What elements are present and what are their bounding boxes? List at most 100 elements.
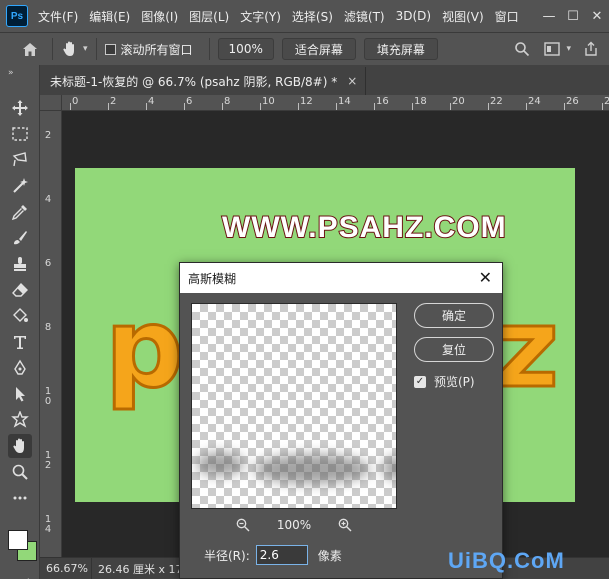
workspace-icon[interactable] [540, 37, 564, 61]
photoshop-logo-icon[interactable]: Ps [6, 5, 28, 27]
foreground-color-swatch[interactable] [8, 530, 28, 550]
magic-wand-tool-icon[interactable] [8, 174, 32, 198]
zoom-tool-icon[interactable] [8, 460, 32, 484]
ruler-tick [184, 103, 185, 110]
menu-window[interactable]: 窗口 [495, 8, 519, 25]
ruler-tick-label: 24 [528, 96, 541, 107]
lasso-tool-icon[interactable] [8, 148, 32, 172]
ruler-tick-label: 20 [452, 96, 465, 107]
close-icon[interactable]: ✕ [479, 270, 492, 286]
menu-edit[interactable]: 编辑(E) [89, 8, 130, 25]
ruler-tick-label: 0 [72, 96, 79, 107]
unit-label: 像素 [317, 548, 342, 563]
stamp-tool-icon[interactable] [8, 252, 32, 276]
ruler-tick-label: 28 [604, 96, 609, 107]
ruler-tick-label: 2 [110, 96, 117, 107]
radius-row: 半径(R): 2.6 像素 [204, 545, 342, 565]
ruler-tick-label: 12 [300, 96, 313, 107]
preview-checkbox[interactable]: ✓ 预览(P) [414, 373, 475, 390]
hand-tool-preset-icon[interactable]: ▾ [61, 40, 88, 58]
menu-view[interactable]: 视图(V) [442, 8, 484, 25]
ruler-tick-label: 14 [338, 96, 351, 107]
menu-filter[interactable]: 滤镜(T) [344, 8, 385, 25]
zoom-100-button[interactable]: 100% [217, 38, 274, 60]
ruler-tick-label: 10 [44, 386, 52, 407]
home-icon[interactable] [16, 35, 44, 63]
blurred-shadow [254, 454, 370, 484]
scroll-all-windows-label: 滚动所有窗口 [120, 42, 193, 57]
ruler-tick [488, 103, 489, 110]
options-bar: ▾ 滚动所有窗口 100% 适合屏幕 填充屏幕 ▾ [0, 32, 609, 65]
eraser-tool-icon[interactable] [8, 278, 32, 302]
gaussian-blur-dialog: 高斯模糊 ✕ 确定 复位 ✓ 预览(P) 100% 半径(R): 2.6 像素 [179, 262, 503, 579]
preview-zoom-value: 100% [276, 518, 312, 532]
move-tool-icon[interactable] [8, 96, 32, 120]
ruler-tick [336, 103, 337, 110]
ruler-tick [526, 103, 527, 110]
custom-shape-tool-icon[interactable] [8, 408, 32, 432]
search-icon[interactable] [510, 37, 534, 61]
ruler-tick [298, 103, 299, 110]
ruler-tick-label: 14 [44, 514, 52, 535]
pen-tool-icon[interactable] [8, 356, 32, 380]
hand-tool-icon[interactable] [8, 434, 32, 458]
brush-tool-icon[interactable] [8, 226, 32, 250]
radius-label: 半径(R): [204, 548, 250, 563]
chevron-down-icon[interactable]: ▾ [83, 44, 88, 54]
zoom-in-icon[interactable] [337, 517, 353, 533]
ruler-tick-label: 16 [376, 96, 389, 107]
ruler-tick-label: 6 [44, 258, 52, 269]
document-tab[interactable]: 未标题-1-恢复的 @ 66.7% (psahz 阴影, RGB/8#) * × [40, 67, 367, 95]
menu-select[interactable]: 选择(S) [292, 8, 333, 25]
document-tab-title: 未标题-1-恢复的 @ 66.7% (psahz 阴影, RGB/8#) * [50, 74, 338, 89]
menu-3d[interactable]: 3D(D) [396, 9, 431, 23]
menu-file[interactable]: 文件(F) [38, 8, 78, 25]
marquee-tool-icon[interactable] [8, 122, 32, 146]
chevron-down-icon[interactable]: ▾ [566, 44, 571, 54]
dialog-title: 高斯模糊 [188, 271, 237, 286]
ruler-tick-label: 10 [262, 96, 275, 107]
menu-layer[interactable]: 图层(L) [189, 8, 229, 25]
blurred-shadow [196, 452, 244, 476]
collapse-panel-icon[interactable]: » [8, 68, 14, 78]
ruler-tick [222, 103, 223, 110]
filter-preview-area[interactable] [191, 303, 397, 509]
ruler-tick-label: 8 [44, 322, 52, 333]
path-selection-tool-icon[interactable] [8, 382, 32, 406]
ruler-tick [146, 103, 147, 110]
preview-label: 预览(P) [434, 375, 475, 389]
checkmark-icon[interactable]: ✓ [414, 375, 426, 388]
ruler-tick-label: 18 [414, 96, 427, 107]
scroll-all-windows-checkbox[interactable]: 滚动所有窗口 [104, 41, 193, 58]
paint-bucket-tool-icon[interactable] [8, 304, 32, 328]
vertical-ruler[interactable]: 2 4 6 8 10 12 14 [40, 111, 62, 557]
blurred-shadow [382, 456, 396, 480]
share-icon[interactable] [579, 37, 603, 61]
status-zoom-field[interactable]: 66.67% [40, 558, 92, 579]
ruler-tick-label: 2 [44, 130, 52, 141]
menu-image[interactable]: 图像(I) [141, 8, 178, 25]
menu-type[interactable]: 文字(Y) [240, 8, 281, 25]
close-tab-icon[interactable]: × [347, 74, 357, 88]
ruler-tick [108, 103, 109, 110]
zoom-out-icon[interactable] [235, 517, 251, 533]
canvas-letters-right: z [493, 284, 560, 412]
eyedropper-tool-icon[interactable] [8, 200, 32, 224]
close-window-button[interactable]: ✕ [585, 0, 609, 32]
minimize-button[interactable]: — [537, 0, 561, 32]
ruler-origin[interactable] [40, 95, 62, 111]
ruler-tick [602, 103, 603, 110]
horizontal-ruler[interactable]: 0246810121416182022242628 [62, 95, 609, 111]
ok-button[interactable]: 确定 [414, 303, 494, 328]
fill-screen-button[interactable]: 填充屏幕 [363, 38, 438, 60]
type-tool-icon[interactable] [8, 330, 32, 354]
dialog-titlebar[interactable]: 高斯模糊 ✕ [180, 263, 502, 293]
ruler-tick-label: 22 [490, 96, 503, 107]
ruler-tick-label: 4 [148, 96, 155, 107]
checkbox-box[interactable] [104, 43, 116, 55]
maximize-button[interactable]: ☐ [561, 0, 585, 32]
fit-screen-button[interactable]: 适合屏幕 [281, 38, 356, 60]
more-tools-icon[interactable] [8, 486, 32, 510]
reset-button[interactable]: 复位 [414, 337, 494, 362]
radius-input[interactable]: 2.6 [255, 545, 308, 565]
